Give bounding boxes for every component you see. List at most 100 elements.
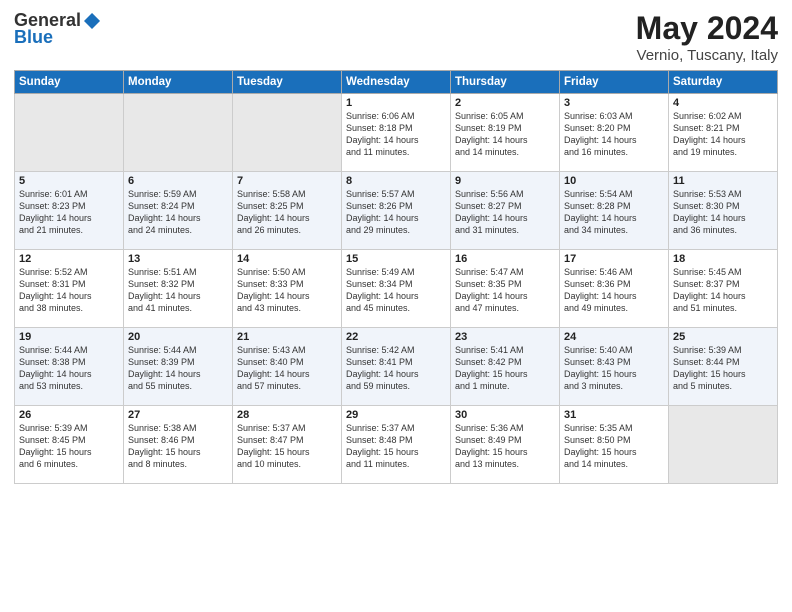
day-info: Sunrise: 6:06 AM Sunset: 8:18 PM Dayligh… xyxy=(346,110,446,159)
weekday-header-friday: Friday xyxy=(560,71,669,94)
day-number: 4 xyxy=(673,97,773,109)
day-number: 19 xyxy=(19,331,119,343)
calendar-cell xyxy=(15,94,124,172)
day-info: Sunrise: 5:42 AM Sunset: 8:41 PM Dayligh… xyxy=(346,344,446,393)
calendar-cell: 25Sunrise: 5:39 AM Sunset: 8:44 PM Dayli… xyxy=(669,328,778,406)
day-info: Sunrise: 5:52 AM Sunset: 8:31 PM Dayligh… xyxy=(19,266,119,315)
calendar-cell: 5Sunrise: 6:01 AM Sunset: 8:23 PM Daylig… xyxy=(15,172,124,250)
calendar-week-4: 19Sunrise: 5:44 AM Sunset: 8:38 PM Dayli… xyxy=(15,328,778,406)
day-number: 3 xyxy=(564,97,664,109)
day-info: Sunrise: 6:02 AM Sunset: 8:21 PM Dayligh… xyxy=(673,110,773,159)
title-block: May 2024 Vernio, Tuscany, Italy xyxy=(636,10,778,64)
logo-blue: Blue xyxy=(14,27,53,48)
calendar-week-5: 26Sunrise: 5:39 AM Sunset: 8:45 PM Dayli… xyxy=(15,406,778,484)
calendar-cell: 15Sunrise: 5:49 AM Sunset: 8:34 PM Dayli… xyxy=(342,250,451,328)
weekday-header-monday: Monday xyxy=(124,71,233,94)
weekday-header-sunday: Sunday xyxy=(15,71,124,94)
calendar-cell: 9Sunrise: 5:56 AM Sunset: 8:27 PM Daylig… xyxy=(451,172,560,250)
day-info: Sunrise: 5:53 AM Sunset: 8:30 PM Dayligh… xyxy=(673,188,773,237)
calendar-cell xyxy=(669,406,778,484)
day-number: 25 xyxy=(673,331,773,343)
day-number: 29 xyxy=(346,409,446,421)
day-number: 18 xyxy=(673,253,773,265)
day-number: 21 xyxy=(237,331,337,343)
day-info: Sunrise: 5:59 AM Sunset: 8:24 PM Dayligh… xyxy=(128,188,228,237)
calendar-cell: 21Sunrise: 5:43 AM Sunset: 8:40 PM Dayli… xyxy=(233,328,342,406)
day-number: 20 xyxy=(128,331,228,343)
calendar-cell xyxy=(124,94,233,172)
calendar-cell: 7Sunrise: 5:58 AM Sunset: 8:25 PM Daylig… xyxy=(233,172,342,250)
calendar-cell: 10Sunrise: 5:54 AM Sunset: 8:28 PM Dayli… xyxy=(560,172,669,250)
logo-icon xyxy=(82,11,102,31)
day-info: Sunrise: 5:37 AM Sunset: 8:47 PM Dayligh… xyxy=(237,422,337,471)
day-number: 16 xyxy=(455,253,555,265)
day-number: 22 xyxy=(346,331,446,343)
calendar-cell: 26Sunrise: 5:39 AM Sunset: 8:45 PM Dayli… xyxy=(15,406,124,484)
calendar-cell: 3Sunrise: 6:03 AM Sunset: 8:20 PM Daylig… xyxy=(560,94,669,172)
weekday-header-tuesday: Tuesday xyxy=(233,71,342,94)
calendar-cell: 14Sunrise: 5:50 AM Sunset: 8:33 PM Dayli… xyxy=(233,250,342,328)
day-info: Sunrise: 5:57 AM Sunset: 8:26 PM Dayligh… xyxy=(346,188,446,237)
day-info: Sunrise: 5:54 AM Sunset: 8:28 PM Dayligh… xyxy=(564,188,664,237)
header: General Blue May 2024 Vernio, Tuscany, I… xyxy=(14,10,778,64)
day-info: Sunrise: 5:36 AM Sunset: 8:49 PM Dayligh… xyxy=(455,422,555,471)
calendar-cell: 27Sunrise: 5:38 AM Sunset: 8:46 PM Dayli… xyxy=(124,406,233,484)
day-number: 14 xyxy=(237,253,337,265)
day-number: 6 xyxy=(128,175,228,187)
day-number: 11 xyxy=(673,175,773,187)
day-number: 17 xyxy=(564,253,664,265)
day-info: Sunrise: 5:49 AM Sunset: 8:34 PM Dayligh… xyxy=(346,266,446,315)
calendar-cell: 16Sunrise: 5:47 AM Sunset: 8:35 PM Dayli… xyxy=(451,250,560,328)
calendar-cell: 19Sunrise: 5:44 AM Sunset: 8:38 PM Dayli… xyxy=(15,328,124,406)
day-info: Sunrise: 5:50 AM Sunset: 8:33 PM Dayligh… xyxy=(237,266,337,315)
calendar-cell: 11Sunrise: 5:53 AM Sunset: 8:30 PM Dayli… xyxy=(669,172,778,250)
calendar-week-2: 5Sunrise: 6:01 AM Sunset: 8:23 PM Daylig… xyxy=(15,172,778,250)
day-info: Sunrise: 5:44 AM Sunset: 8:38 PM Dayligh… xyxy=(19,344,119,393)
calendar-cell: 28Sunrise: 5:37 AM Sunset: 8:47 PM Dayli… xyxy=(233,406,342,484)
calendar-cell: 22Sunrise: 5:42 AM Sunset: 8:41 PM Dayli… xyxy=(342,328,451,406)
calendar-cell: 2Sunrise: 6:05 AM Sunset: 8:19 PM Daylig… xyxy=(451,94,560,172)
logo: General Blue xyxy=(14,10,103,48)
day-number: 26 xyxy=(19,409,119,421)
weekday-header-row: SundayMondayTuesdayWednesdayThursdayFrid… xyxy=(15,71,778,94)
day-number: 28 xyxy=(237,409,337,421)
month-title: May 2024 xyxy=(636,10,778,47)
day-number: 1 xyxy=(346,97,446,109)
weekday-header-thursday: Thursday xyxy=(451,71,560,94)
day-info: Sunrise: 5:45 AM Sunset: 8:37 PM Dayligh… xyxy=(673,266,773,315)
day-info: Sunrise: 6:03 AM Sunset: 8:20 PM Dayligh… xyxy=(564,110,664,159)
day-info: Sunrise: 6:01 AM Sunset: 8:23 PM Dayligh… xyxy=(19,188,119,237)
day-info: Sunrise: 5:43 AM Sunset: 8:40 PM Dayligh… xyxy=(237,344,337,393)
calendar-week-3: 12Sunrise: 5:52 AM Sunset: 8:31 PM Dayli… xyxy=(15,250,778,328)
day-info: Sunrise: 5:46 AM Sunset: 8:36 PM Dayligh… xyxy=(564,266,664,315)
day-info: Sunrise: 5:58 AM Sunset: 8:25 PM Dayligh… xyxy=(237,188,337,237)
calendar-cell: 17Sunrise: 5:46 AM Sunset: 8:36 PM Dayli… xyxy=(560,250,669,328)
day-info: Sunrise: 5:35 AM Sunset: 8:50 PM Dayligh… xyxy=(564,422,664,471)
calendar-cell xyxy=(233,94,342,172)
calendar-table: SundayMondayTuesdayWednesdayThursdayFrid… xyxy=(14,70,778,484)
day-number: 24 xyxy=(564,331,664,343)
calendar-cell: 20Sunrise: 5:44 AM Sunset: 8:39 PM Dayli… xyxy=(124,328,233,406)
day-number: 8 xyxy=(346,175,446,187)
calendar-cell: 4Sunrise: 6:02 AM Sunset: 8:21 PM Daylig… xyxy=(669,94,778,172)
day-number: 2 xyxy=(455,97,555,109)
calendar-cell: 31Sunrise: 5:35 AM Sunset: 8:50 PM Dayli… xyxy=(560,406,669,484)
calendar-week-1: 1Sunrise: 6:06 AM Sunset: 8:18 PM Daylig… xyxy=(15,94,778,172)
calendar-cell: 24Sunrise: 5:40 AM Sunset: 8:43 PM Dayli… xyxy=(560,328,669,406)
day-number: 31 xyxy=(564,409,664,421)
weekday-header-wednesday: Wednesday xyxy=(342,71,451,94)
calendar-cell: 30Sunrise: 5:36 AM Sunset: 8:49 PM Dayli… xyxy=(451,406,560,484)
day-info: Sunrise: 5:44 AM Sunset: 8:39 PM Dayligh… xyxy=(128,344,228,393)
day-number: 5 xyxy=(19,175,119,187)
calendar-cell: 29Sunrise: 5:37 AM Sunset: 8:48 PM Dayli… xyxy=(342,406,451,484)
day-number: 13 xyxy=(128,253,228,265)
day-number: 23 xyxy=(455,331,555,343)
day-number: 15 xyxy=(346,253,446,265)
day-info: Sunrise: 5:39 AM Sunset: 8:44 PM Dayligh… xyxy=(673,344,773,393)
day-info: Sunrise: 5:41 AM Sunset: 8:42 PM Dayligh… xyxy=(455,344,555,393)
calendar-cell: 18Sunrise: 5:45 AM Sunset: 8:37 PM Dayli… xyxy=(669,250,778,328)
day-info: Sunrise: 5:40 AM Sunset: 8:43 PM Dayligh… xyxy=(564,344,664,393)
calendar-cell: 1Sunrise: 6:06 AM Sunset: 8:18 PM Daylig… xyxy=(342,94,451,172)
location-title: Vernio, Tuscany, Italy xyxy=(636,47,778,64)
calendar-cell: 23Sunrise: 5:41 AM Sunset: 8:42 PM Dayli… xyxy=(451,328,560,406)
